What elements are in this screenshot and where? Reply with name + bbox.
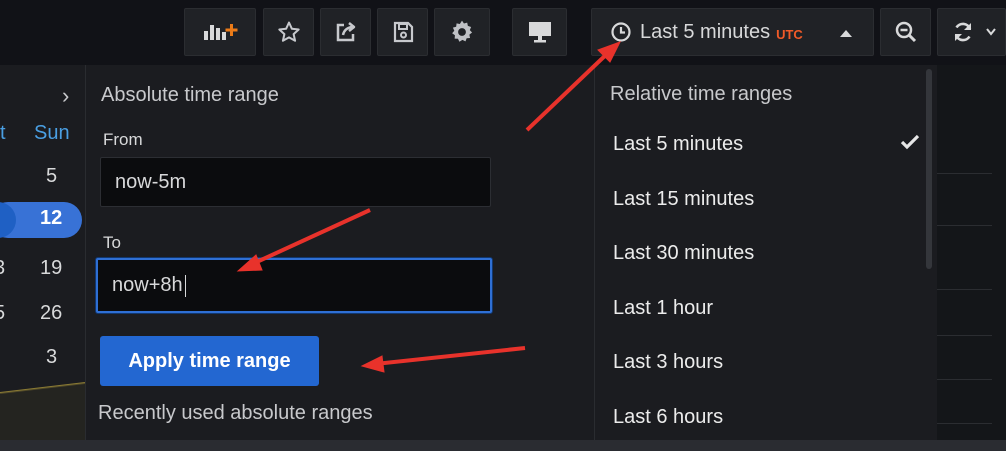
caret-up-icon: [839, 28, 853, 38]
relative-range-option[interactable]: Last 3 hours: [613, 351, 723, 374]
relative-range-option[interactable]: Last 1 hour: [613, 297, 713, 320]
gear-icon: [449, 19, 475, 45]
relative-range-option[interactable]: Last 15 minutes: [613, 188, 754, 211]
bottom-scrollbar-strip: [0, 440, 1006, 451]
calendar-next-month-button[interactable]: ›: [62, 83, 69, 109]
add-panel-icon: [202, 22, 238, 42]
recent-ranges-title: Recently used absolute ranges: [98, 402, 373, 424]
absolute-range-title: Absolute time range: [101, 84, 279, 106]
relative-range-option[interactable]: Last 30 minutes: [613, 242, 754, 265]
calendar-day[interactable]: 3: [0, 257, 5, 280]
calendar-day[interactable]: 3: [46, 346, 57, 369]
background-graph: [0, 382, 85, 440]
relative-ranges-title: Relative time ranges: [610, 83, 793, 105]
timezone-badge: UTC: [776, 26, 803, 42]
relative-time-ranges-panel: Relative time ranges Last 5 minutes Last…: [594, 65, 938, 440]
share-icon: [334, 20, 358, 44]
from-input[interactable]: now-5m: [100, 157, 491, 207]
time-range-picker-button[interactable]: Last 5 minutes UTC: [591, 8, 874, 56]
relative-ranges-scrollbar[interactable]: [926, 69, 932, 269]
star-icon: [277, 20, 301, 44]
calendar-day[interactable]: 5: [46, 165, 57, 188]
zoom-out-button[interactable]: [880, 8, 931, 56]
share-button[interactable]: [320, 8, 371, 56]
time-range-label: Last 5 minutes: [640, 20, 771, 43]
settings-button[interactable]: [434, 8, 490, 56]
view-mode-button[interactable]: [512, 8, 567, 56]
refresh-icon: [950, 20, 976, 44]
calendar-weekday-sun: Sun: [34, 122, 70, 144]
to-label: To: [103, 233, 121, 252]
absolute-time-range-panel: Absolute time range From now-5m To now+8…: [85, 65, 594, 440]
chevron-down-icon: [986, 28, 996, 36]
zoom-out-icon: [894, 20, 918, 44]
refresh-button[interactable]: [937, 8, 1006, 56]
dashboard-background: [937, 65, 1006, 440]
add-panel-button[interactable]: [184, 8, 256, 56]
calendar-picker: › t Sun 5 12 3 19 5 26 3: [0, 65, 85, 440]
apply-time-range-button[interactable]: Apply time range: [100, 336, 319, 386]
from-label: From: [103, 130, 143, 149]
save-icon: [391, 20, 415, 44]
relative-range-option[interactable]: Last 6 hours: [613, 406, 723, 429]
to-input[interactable]: now+8h: [96, 258, 492, 313]
save-button[interactable]: [377, 8, 428, 56]
calendar-weekday-partial: t: [0, 122, 6, 144]
star-button[interactable]: [263, 8, 314, 56]
clock-icon: [610, 21, 632, 43]
calendar-day[interactable]: 26: [40, 302, 62, 325]
checkmark-icon: [900, 134, 920, 155]
calendar-day[interactable]: 19: [40, 257, 62, 280]
relative-range-option[interactable]: Last 5 minutes: [613, 133, 743, 156]
calendar-day[interactable]: 5: [0, 302, 5, 325]
calendar-day-selected[interactable]: 12: [40, 207, 62, 230]
monitor-icon: [527, 20, 553, 44]
dashboard-toolbar: Last 5 minutes UTC: [0, 0, 1006, 65]
